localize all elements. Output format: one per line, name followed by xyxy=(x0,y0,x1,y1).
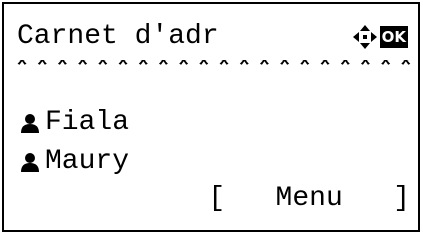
softkey-open-bracket: [ xyxy=(208,183,226,214)
softkey-label: Menu xyxy=(275,183,343,214)
navigation-hint: OK xyxy=(352,24,408,50)
person-icon xyxy=(21,153,39,172)
divider-text: ******************** xyxy=(12,60,416,72)
screen-title: Carnet d'adr xyxy=(17,21,219,52)
list-item-fiala[interactable]: Fiala xyxy=(19,103,129,143)
four-way-arrow-icon xyxy=(352,25,377,49)
softkey-close-bracket: ] xyxy=(393,183,410,214)
list-item-label: Maury xyxy=(45,146,130,177)
list-item-label: Fiala xyxy=(45,107,130,138)
ok-key-icon[interactable]: OK xyxy=(379,26,408,48)
person-icon xyxy=(21,114,39,133)
display-screen: Carnet d'adr OK ******************** Fia… xyxy=(2,2,420,232)
menu-softkey[interactable]: [ Menu ] xyxy=(208,179,410,219)
divider-asterisks: ******************** xyxy=(12,60,416,72)
list-item-maury[interactable]: Maury xyxy=(19,142,129,182)
